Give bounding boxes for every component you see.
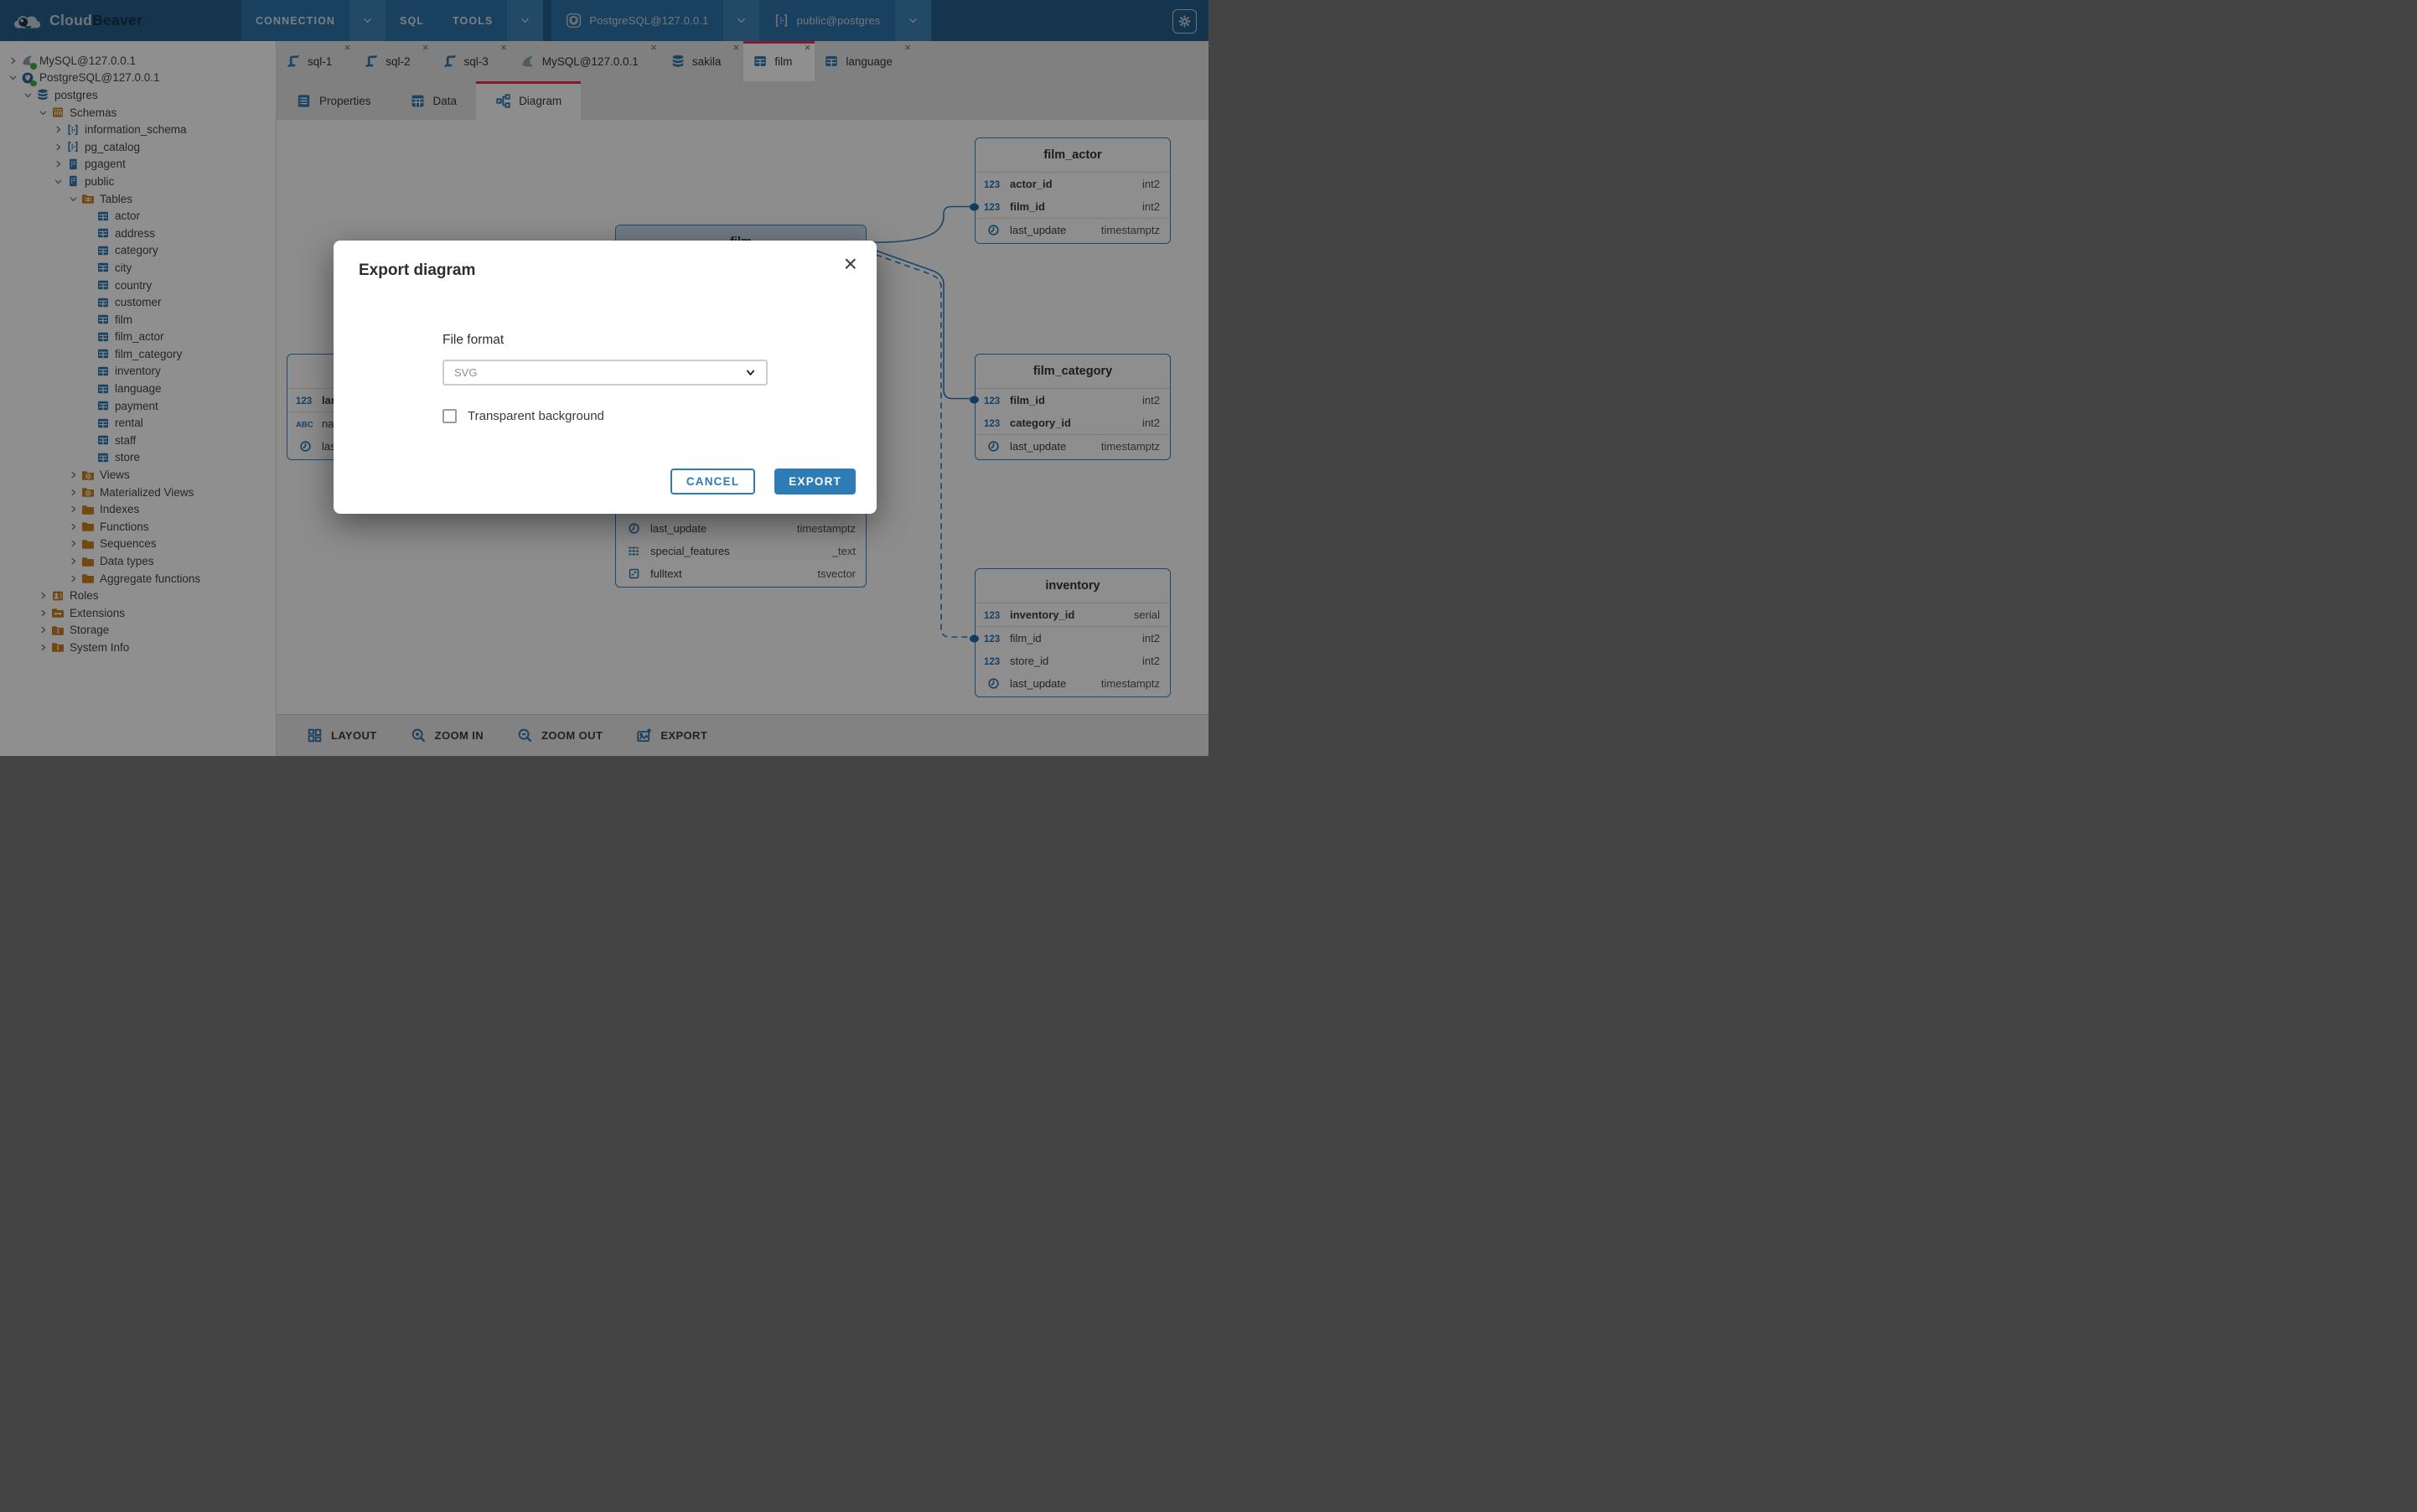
export-diagram-dialog: Export diagram × File format SVG Transpa…: [334, 241, 877, 514]
dialog-title: Export diagram: [359, 261, 475, 280]
export-button[interactable]: EXPORT: [774, 469, 856, 495]
cloudbeaver-app: CloudBeaver CONNECTION SQL TOOLS Postgre…: [0, 0, 1208, 756]
chevron-down-icon: [745, 367, 756, 378]
file-format-value: SVG: [454, 366, 477, 379]
dialog-actions: CANCEL EXPORT: [670, 469, 856, 495]
file-format-select[interactable]: SVG: [443, 360, 768, 386]
file-format-label: File format: [443, 333, 504, 348]
close-icon[interactable]: ×: [844, 252, 857, 276]
transparent-background-checkbox[interactable]: [443, 409, 457, 423]
cancel-button[interactable]: CANCEL: [670, 469, 755, 495]
transparent-background-label: Transparent background: [468, 409, 604, 423]
